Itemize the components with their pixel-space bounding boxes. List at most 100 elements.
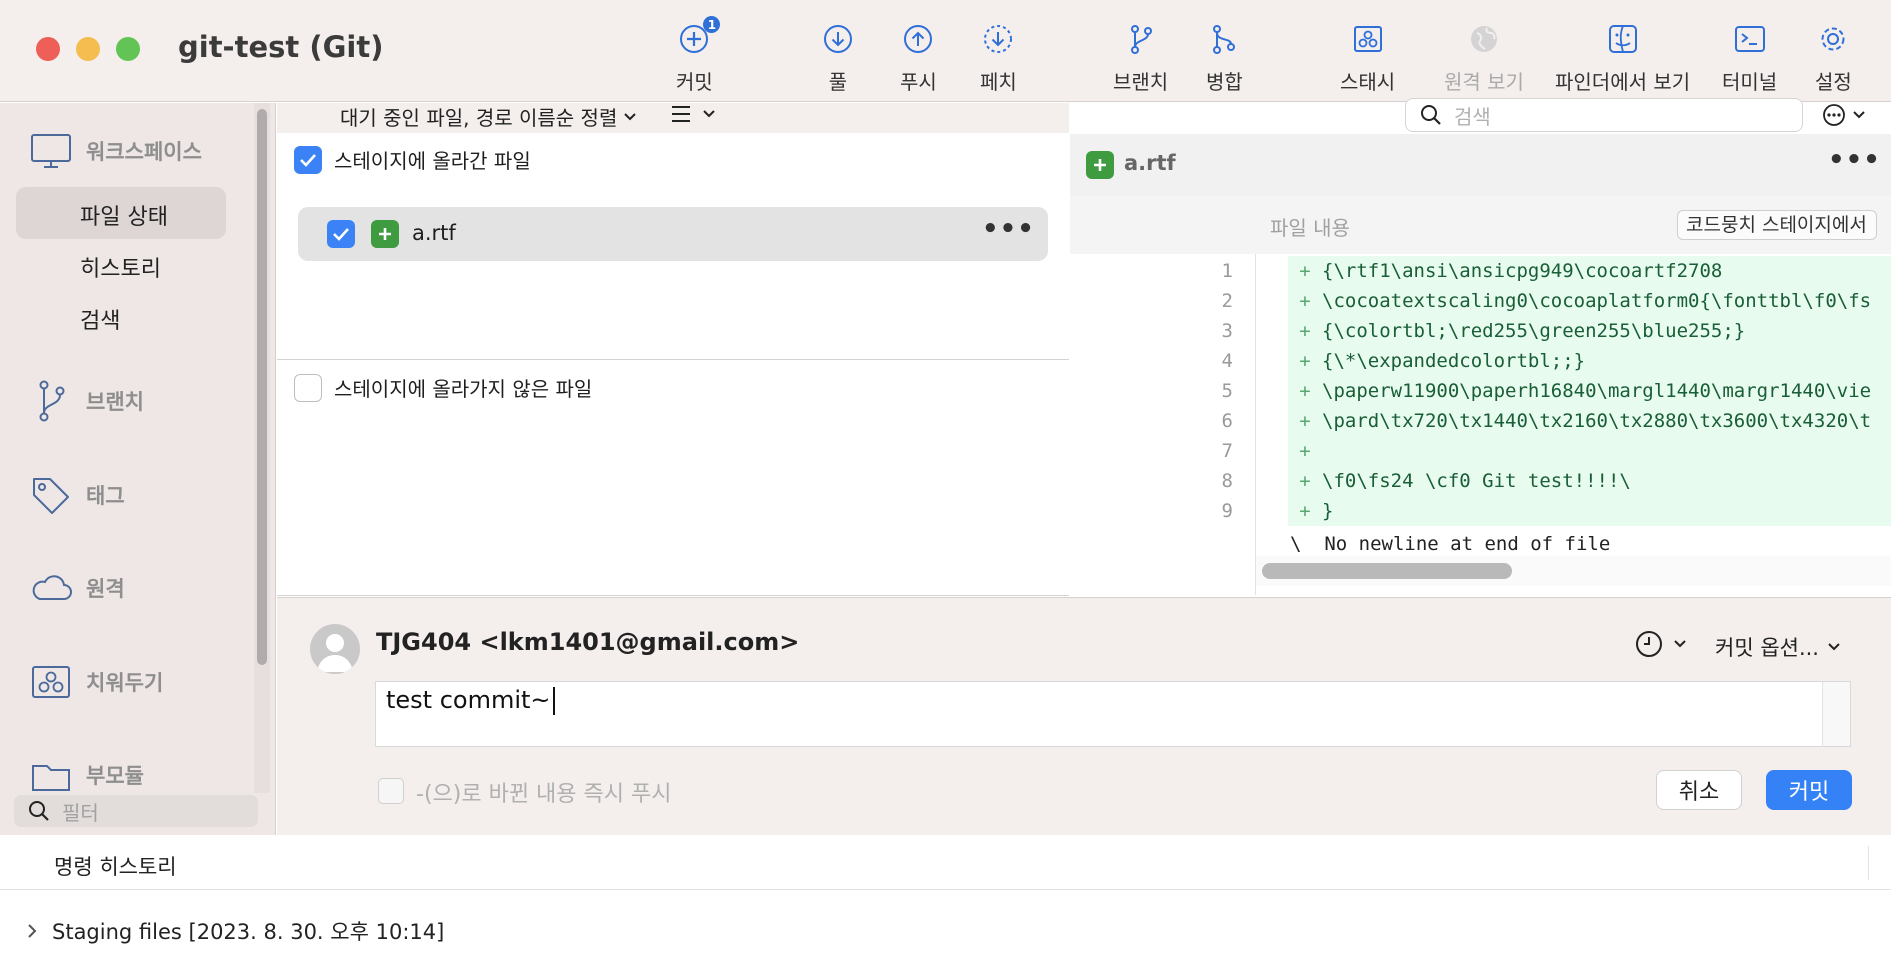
chevron-down-icon: [703, 110, 715, 118]
sidebar-section-workspace[interactable]: 워크스페이스: [30, 133, 202, 169]
unstaged-section-title: 스테이지에 올라가지 않은 파일: [334, 377, 593, 401]
staged-section-header: 스테이지에 올라간 파일: [294, 145, 531, 174]
commit-message-input[interactable]: test commit~: [375, 681, 1851, 747]
commit-input-scrollbar[interactable]: [1822, 682, 1850, 746]
chevron-down-icon: [1853, 111, 1865, 119]
sidebar-section-branches[interactable]: 브랜치: [30, 379, 144, 423]
chevron-down-icon: [624, 112, 637, 120]
more-options-dropdown[interactable]: [1822, 103, 1866, 127]
terminal-toolbar-button[interactable]: 터미널: [1722, 18, 1777, 95]
push-immediately-label: -(으)로 바뀐 내용 즉시 푸시: [416, 782, 672, 807]
sidebar-workspace-title: 워크스페이스: [86, 140, 202, 164]
diff-content: + {\rtf1\ansi\ansicpg949\cocoartf2708 + \c…: [1256, 254, 1891, 556]
terminal-label: 터미널: [1722, 70, 1778, 94]
terminal-icon: [1734, 18, 1766, 60]
commit-options-dropdown[interactable]: 커밋 옵션...: [1715, 632, 1841, 662]
zoom-window-button[interactable]: [116, 37, 140, 61]
sidebar-submodules-title: 부모듈: [86, 764, 144, 788]
view-remote-toolbar-button[interactable]: 원격 보기: [1444, 18, 1524, 95]
push-toolbar-button[interactable]: 푸시: [900, 18, 937, 95]
plus-marker: +: [1299, 350, 1311, 372]
code-text: {\colortbl;\red255\green255\blue255;}: [1322, 320, 1746, 342]
sidebar-section-stashes[interactable]: 치워두기: [30, 665, 163, 699]
diff-file-name: a.rtf: [1124, 151, 1176, 175]
fetch-toolbar-button[interactable]: 페치: [980, 18, 1017, 95]
staged-all-checkbox[interactable]: [294, 145, 322, 174]
sidebar-section-remotes[interactable]: 원격: [30, 573, 125, 603]
merge-toolbar-button[interactable]: 병합: [1206, 18, 1243, 95]
line-number-gutter: 1 2 3 4 5 6 7 8 9: [1070, 254, 1256, 595]
stash-label: 스태시: [1340, 70, 1396, 94]
code-text: \f0\fs24 \cf0 Git test!!!!\: [1322, 470, 1631, 492]
stash-icon: [1352, 18, 1384, 60]
stash-toolbar-button[interactable]: 스태시: [1340, 18, 1395, 95]
tag-icon: [33, 478, 69, 514]
line-number: 7: [1221, 440, 1233, 462]
diff-added-line: + \paperw11900\paperh16840\margl1440\marg…: [1288, 376, 1891, 406]
show-in-finder-label: 파인더에서 보기: [1555, 70, 1691, 94]
push-immediately-checkbox[interactable]: [378, 778, 404, 804]
pull-arrow-down-icon: [822, 18, 854, 60]
line-number: 9: [1221, 500, 1233, 522]
command-history-header: [0, 836, 1891, 890]
list-icon: [672, 106, 690, 122]
unstaged-all-checkbox[interactable]: [294, 373, 322, 402]
command-history-entry[interactable]: Staging files [2023. 8. 30. 오후 10:14]: [26, 916, 444, 946]
minimize-window-button[interactable]: [76, 37, 100, 61]
search-input[interactable]: 검색: [1405, 98, 1803, 132]
plus-marker: +: [1299, 320, 1311, 342]
sort-dropdown[interactable]: 대기 중인 파일, 경로 이름순 정렬: [340, 102, 637, 131]
plus-marker: +: [1299, 470, 1311, 492]
settings-toolbar-button[interactable]: 설정: [1815, 18, 1852, 95]
code-text: {\*\expandedcolortbl;;}: [1322, 350, 1586, 372]
finder-icon: [1608, 18, 1638, 60]
file-checkbox[interactable]: [327, 220, 355, 248]
plus-marker: +: [1299, 410, 1311, 432]
sidebar-item-search[interactable]: 검색: [80, 303, 120, 335]
staged-file-row[interactable]: a.rtf •••: [298, 207, 1048, 261]
filter-input[interactable]: 필터: [14, 795, 258, 827]
checkmark-icon: [333, 228, 349, 241]
diff-scrollbar-thumb[interactable]: [1262, 563, 1512, 579]
sidebar-section-submodules[interactable]: 부모듈: [30, 759, 144, 791]
sidebar-remotes-title: 원격: [86, 577, 125, 601]
branch-label: 브랜치: [1113, 70, 1169, 94]
commit-history-dropdown[interactable]: [1635, 630, 1687, 658]
pull-toolbar-button[interactable]: 풀: [822, 18, 854, 95]
view-mode-dropdown[interactable]: [670, 104, 716, 124]
commit-options-label: 커밋 옵션...: [1715, 636, 1819, 660]
hunk-title: 파일 내용: [1270, 216, 1350, 240]
close-window-button[interactable]: [36, 37, 60, 61]
avatar: [310, 624, 360, 674]
merge-label: 병합: [1206, 70, 1243, 94]
cancel-button[interactable]: 취소: [1656, 770, 1742, 810]
branch-icon: [39, 380, 65, 422]
plus-marker: +: [1299, 290, 1311, 312]
code-text: {\rtf1\ansi\ansicpg949\cocoartf2708: [1322, 260, 1723, 282]
sidebar-scrollbar-thumb[interactable]: [257, 109, 267, 665]
diff-added-line: + {\colortbl;\red255\green255\blue255;}: [1288, 316, 1891, 346]
window-title: git-test (Git): [178, 30, 384, 64]
commit-toolbar-button[interactable]: 1 커밋: [676, 16, 721, 95]
sidebar-item-history[interactable]: 히스토리: [80, 251, 161, 283]
file-more-button[interactable]: •••: [982, 214, 1035, 244]
divider: [1868, 846, 1869, 880]
search-placeholder: 검색: [1454, 104, 1491, 129]
no-newline-notice: \ No newline at end of file: [1290, 533, 1611, 555]
diff-added-line: + \pard\tx720\tx1440\tx2160\tx2880\tx3600…: [1288, 406, 1891, 436]
monitor-icon: [31, 134, 71, 168]
sidebar-section-tags[interactable]: 태그: [30, 475, 125, 515]
code-text: \pard\tx720\tx1440\tx2160\tx2880\tx3600\…: [1322, 410, 1872, 432]
commit-author: TJG404 <lkm1401@gmail.com>: [376, 628, 800, 656]
commit-button[interactable]: 커밋: [1766, 770, 1852, 810]
branch-toolbar-button[interactable]: 브랜치: [1113, 18, 1168, 95]
checkmark-icon: [300, 153, 316, 167]
show-in-finder-toolbar-button[interactable]: 파인더에서 보기: [1555, 18, 1690, 95]
diff-added-line: +}: [1288, 496, 1891, 526]
diff-more-button[interactable]: •••: [1828, 145, 1881, 175]
stage-hunk-button[interactable]: 코드뭉치 스테이지에서: [1677, 210, 1877, 240]
file-name: a.rtf: [412, 221, 456, 245]
search-icon: [1421, 105, 1441, 125]
line-number: 8: [1221, 470, 1233, 492]
sidebar-item-file-status[interactable]: 파일 상태: [80, 199, 168, 231]
